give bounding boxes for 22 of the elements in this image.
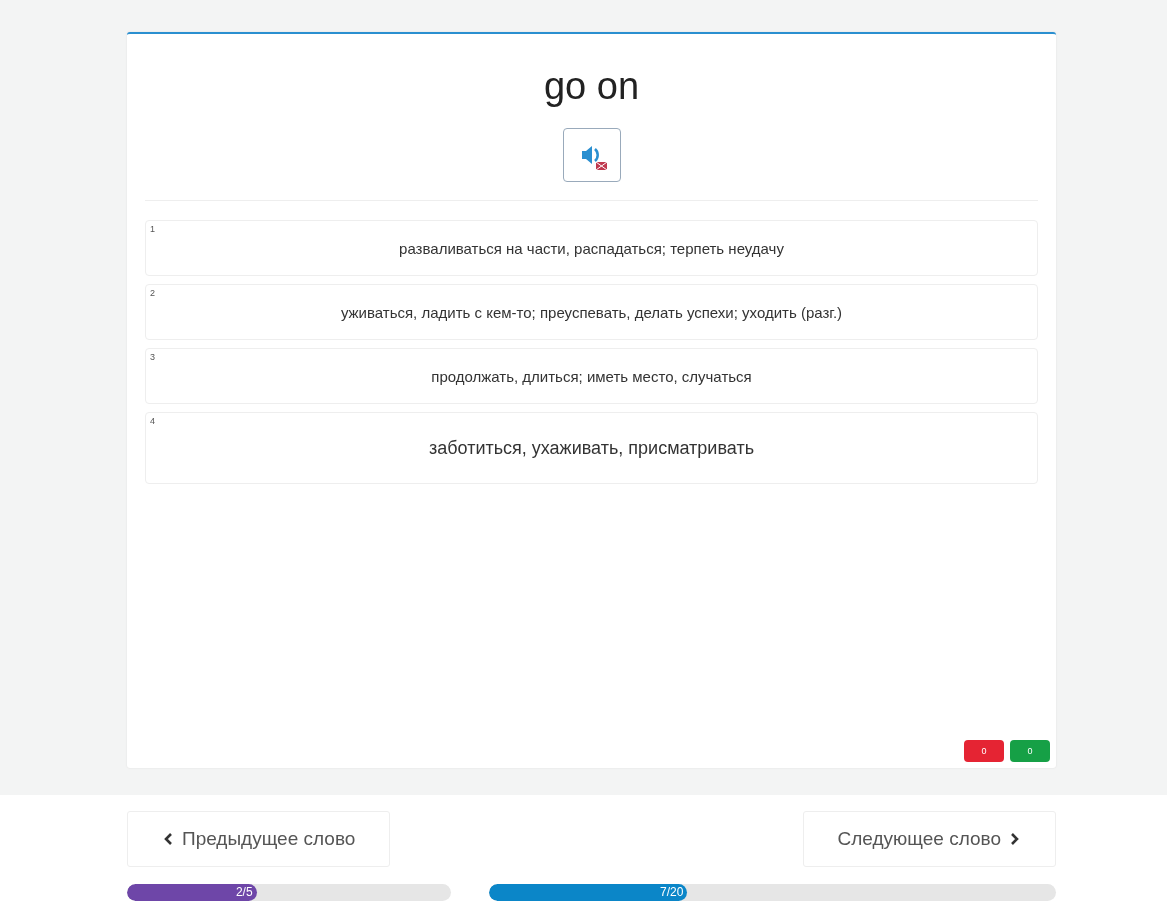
next-word-button[interactable]: Следующее слово [802,811,1056,867]
previous-word-button[interactable]: Предыдущее слово [127,811,391,867]
answer-option[interactable]: 1 разваливаться на части, распадаться; терпеть неудачу [145,220,1038,276]
option-number: 1 [150,224,155,234]
play-sound-button[interactable] [562,128,621,182]
chevron-left-icon [162,832,174,846]
option-text: разваливаться на части, распадаться; терпеть неудачу [399,239,784,257]
word-title: go on [542,64,641,108]
progress-fill: 7/20 [489,884,688,901]
score-counter: 0 [964,740,1004,762]
option-text: продолжать, длиться; иметь место, случаться [431,367,752,385]
chevron-right-icon [1009,832,1021,846]
answer-option[interactable]: 4 заботиться, ухаживать, присматривать [145,412,1038,484]
option-text: уживаться, ладить с кем-то; преуспевать, делать успехи; уходить (разг.) [340,303,843,321]
progress-fill: 2/5 [127,884,257,901]
option-number: 3 [150,352,155,362]
option-number: 2 [150,288,155,298]
answer-option[interactable]: 3 продолжать, длиться; иметь место, случаться [145,348,1038,404]
answer-option[interactable]: 2 уживаться, ладить с кем-то; преуспевать, делать успехи; уходить (разг.) [145,284,1038,340]
option-text: заботиться, ухаживать, присматривать [428,437,755,459]
score-counter: 0 [1010,740,1050,762]
option-number: 4 [150,416,155,426]
